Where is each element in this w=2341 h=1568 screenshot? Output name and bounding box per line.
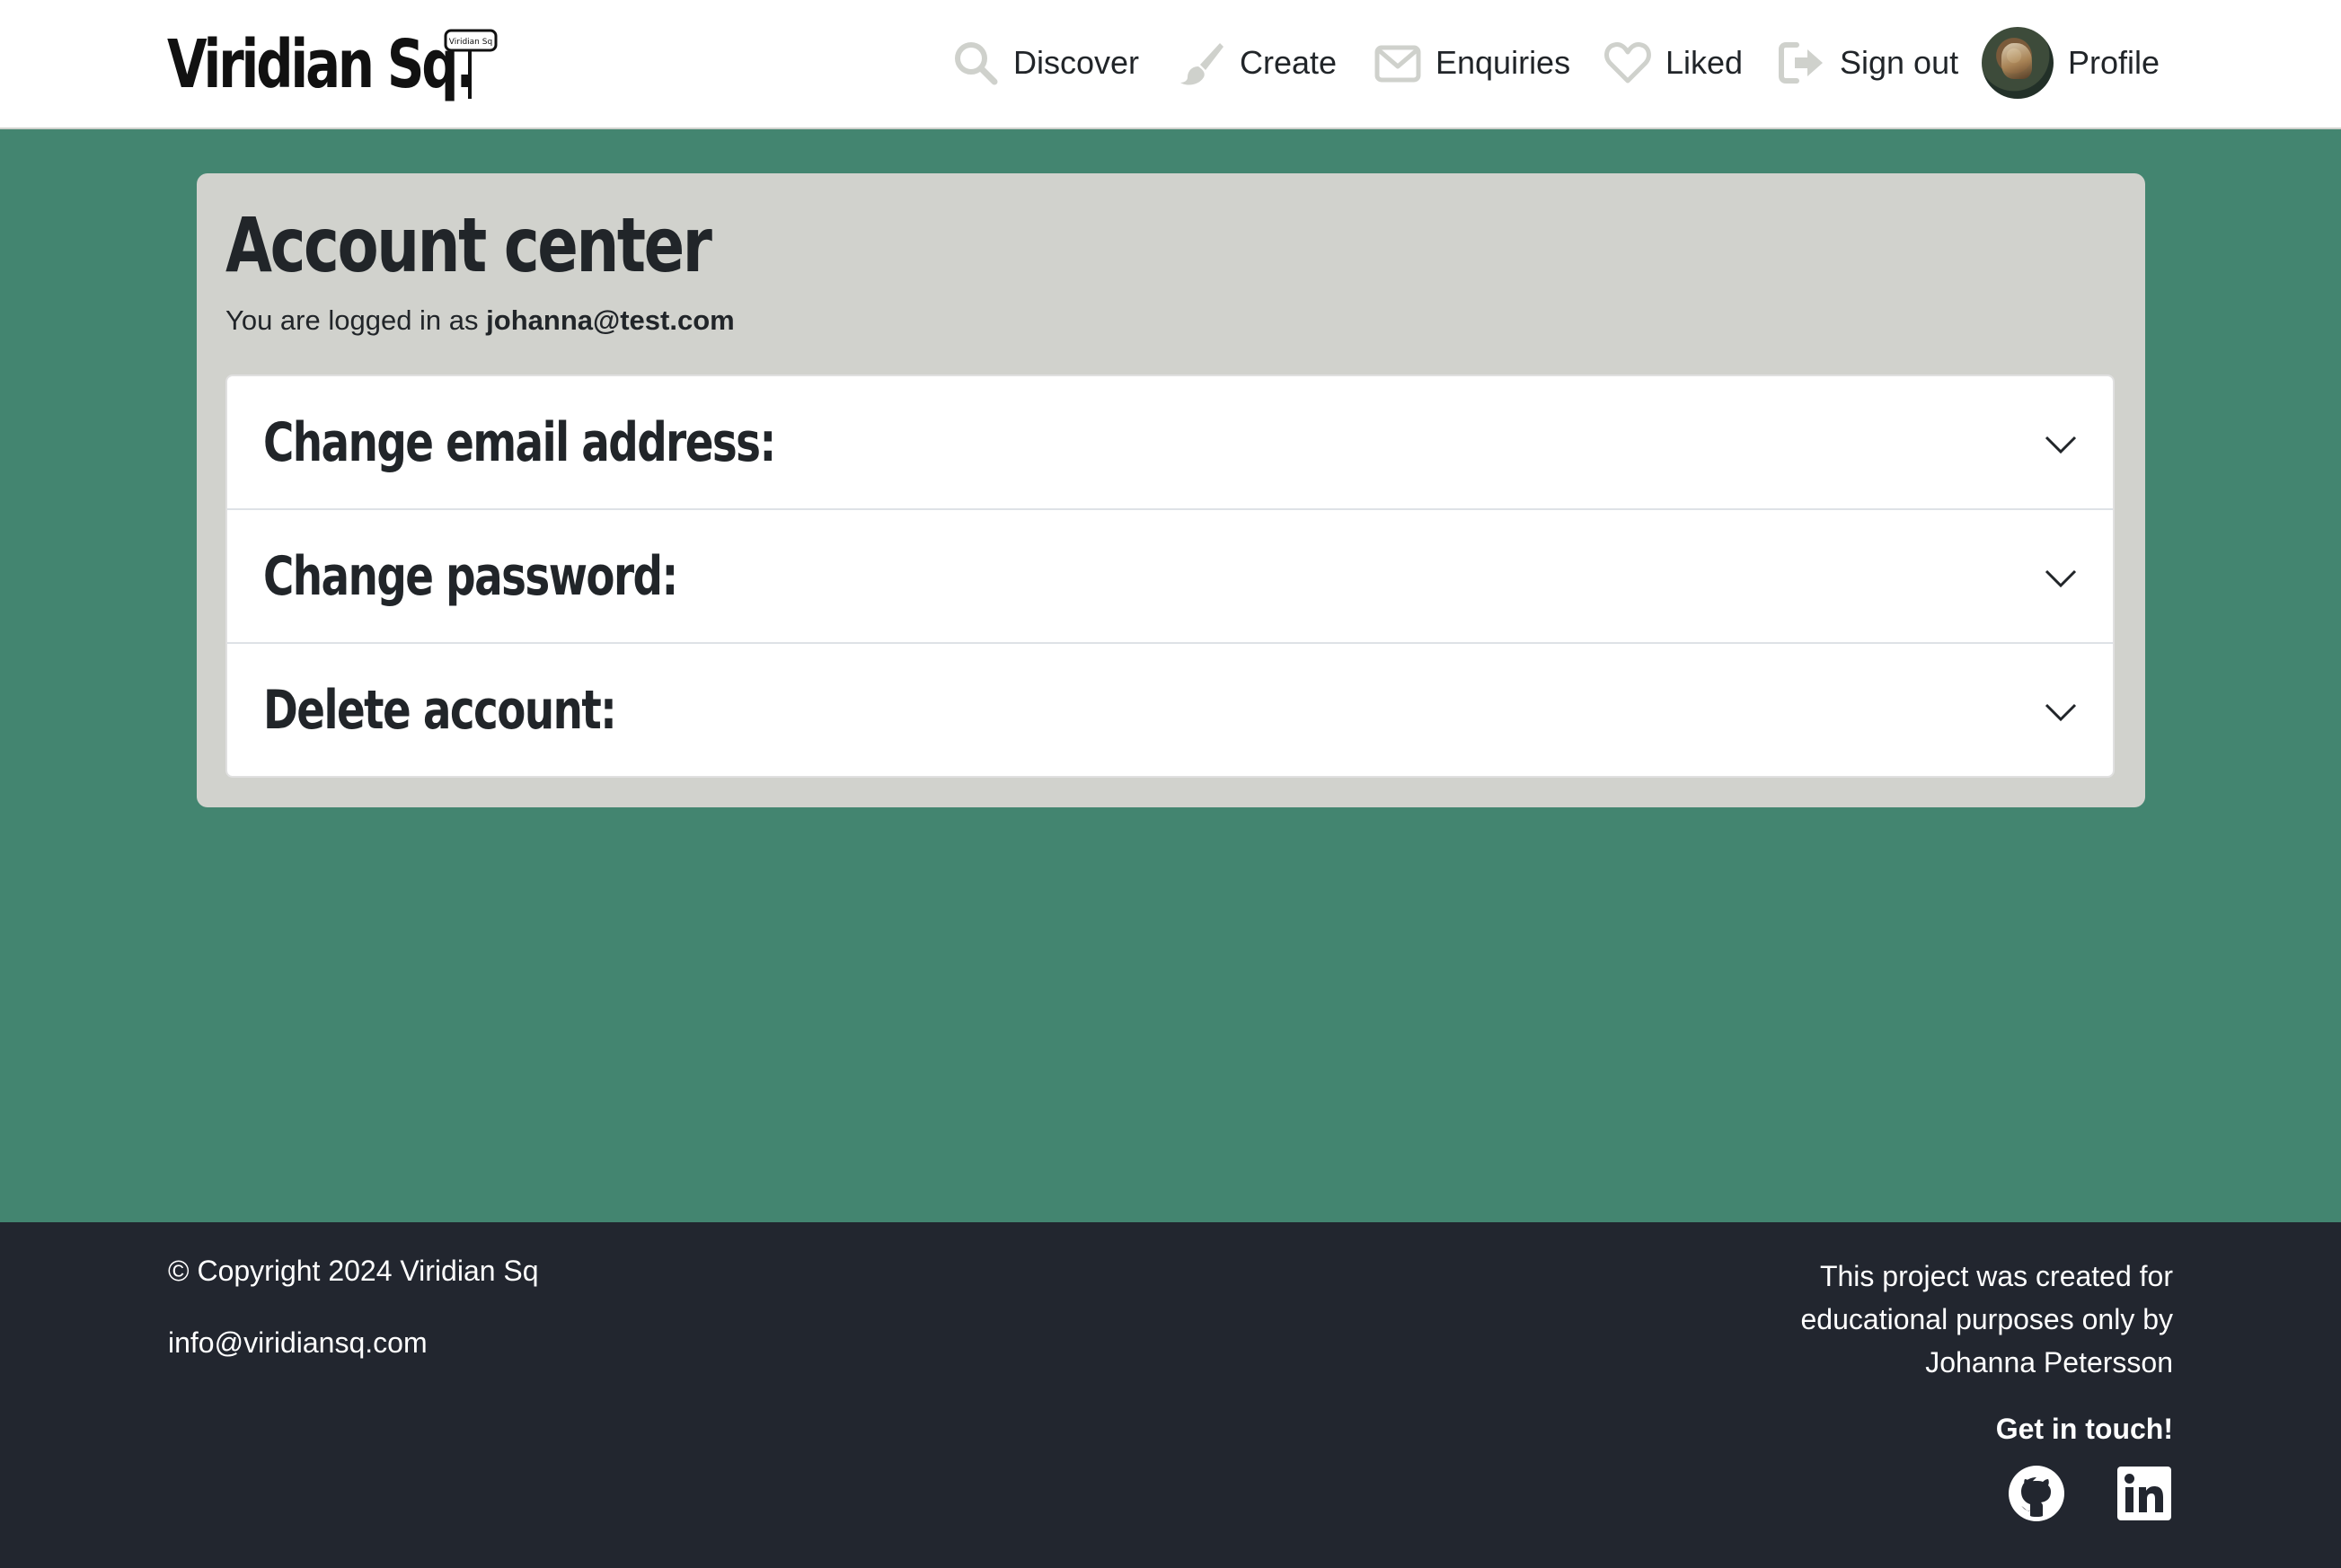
nav-enquiries[interactable]: Enquiries	[1373, 25, 1570, 101]
footer-note: This project was created for educational…	[1706, 1255, 2174, 1384]
nav-sign-out[interactable]: Sign out	[1777, 25, 1958, 101]
linkedin-icon	[2117, 1467, 2171, 1520]
accordion-change-email[interactable]: Change email address:	[227, 376, 2113, 510]
search-icon	[950, 38, 1001, 88]
nav-create-label: Create	[1240, 44, 1338, 81]
accordion-label: Change email address:	[263, 411, 776, 474]
nav-enquiries-label: Enquiries	[1436, 44, 1571, 81]
accordion-label: Delete account:	[263, 679, 617, 742]
paintbrush-icon	[1177, 38, 1227, 88]
chevron-down-icon	[2045, 436, 2077, 454]
footer-email: info@viridiansq.com	[168, 1326, 428, 1359]
logged-in-prefix: You are logged in as	[225, 304, 479, 336]
chevron-down-icon	[2045, 703, 2077, 722]
footer-get-in-touch: Get in touch!	[1995, 1413, 2173, 1445]
nav-sign-out-label: Sign out	[1840, 44, 1959, 81]
accordion-change-password[interactable]: Change password:	[227, 510, 2113, 644]
nav-discover-label: Discover	[1013, 44, 1140, 81]
accordion-delete-account[interactable]: Delete account:	[227, 644, 2113, 776]
brand-name: Viridian Sq.	[167, 26, 475, 103]
nav-liked-label: Liked	[1665, 44, 1744, 81]
signpost-icon: Viridian Sq	[444, 29, 498, 99]
page-title: Account center	[225, 201, 712, 289]
avatar	[1982, 27, 2054, 99]
chevron-down-icon	[2045, 569, 2077, 588]
footer: © Copyright 2024 Viridian Sq info@viridi…	[0, 1222, 2341, 1568]
nav-liked[interactable]: Liked	[1603, 25, 1743, 101]
envelope-icon	[1373, 38, 1423, 88]
footer-copyright: © Copyright 2024 Viridian Sq	[168, 1255, 539, 1287]
navbar: Viridian Sq. Viridian Sq Discover Create…	[0, 0, 2341, 129]
account-accordion: Change email address: Change password: D…	[225, 374, 2115, 778]
account-center-card: Account center You are logged in as joha…	[197, 173, 2145, 807]
nav-profile-label: Profile	[2068, 44, 2160, 81]
nav-create[interactable]: Create	[1177, 25, 1337, 101]
footer-social-links	[2008, 1465, 2173, 1522]
nav-discover[interactable]: Discover	[950, 25, 1139, 101]
sign-text: Viridian Sq	[449, 38, 492, 47]
footer-note-line: educational purposes only by	[1800, 1303, 2174, 1335]
footer-note-line: This project was created for	[1819, 1260, 2173, 1292]
accordion-label: Change password:	[263, 545, 678, 608]
sign-out-icon	[1777, 38, 1827, 88]
heart-icon	[1603, 38, 1653, 88]
github-icon	[2009, 1466, 2064, 1521]
brand-logo[interactable]: Viridian Sq. Viridian Sq	[167, 20, 498, 110]
linkedin-link[interactable]	[2116, 1465, 2173, 1522]
nav-profile[interactable]: Profile	[1982, 25, 2160, 101]
github-link[interactable]	[2008, 1465, 2065, 1522]
logged-in-text: You are logged in as johanna@test.com	[225, 304, 735, 337]
logged-in-email: johanna@test.com	[486, 304, 735, 336]
footer-note-line: Johanna Petersson	[1925, 1346, 2173, 1379]
